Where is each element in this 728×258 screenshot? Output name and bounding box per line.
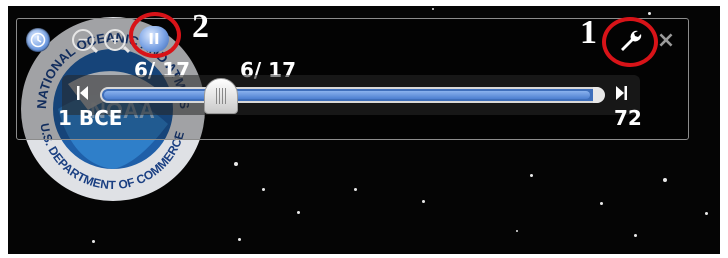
callout-ring-play xyxy=(129,12,181,58)
zoom-out-icon[interactable]: − xyxy=(72,29,94,51)
close-icon[interactable]: × xyxy=(656,28,676,53)
skip-to-start-icon[interactable] xyxy=(76,84,90,104)
skip-to-end-icon[interactable] xyxy=(614,84,628,104)
callout-number-1: 1 xyxy=(580,14,597,51)
timeline-end-label: 72 xyxy=(614,106,642,130)
callout-number-2: 2 xyxy=(192,8,209,45)
zoom-in-icon[interactable]: + xyxy=(104,29,126,51)
timeline-start-label: 1 BCE xyxy=(58,106,123,130)
timeline-slider-thumb[interactable] xyxy=(203,78,238,114)
timeline-slider-fill xyxy=(104,91,590,99)
timeline-slider-track[interactable] xyxy=(100,87,604,103)
callout-ring-settings xyxy=(602,17,658,67)
clock-icon[interactable] xyxy=(26,28,50,52)
